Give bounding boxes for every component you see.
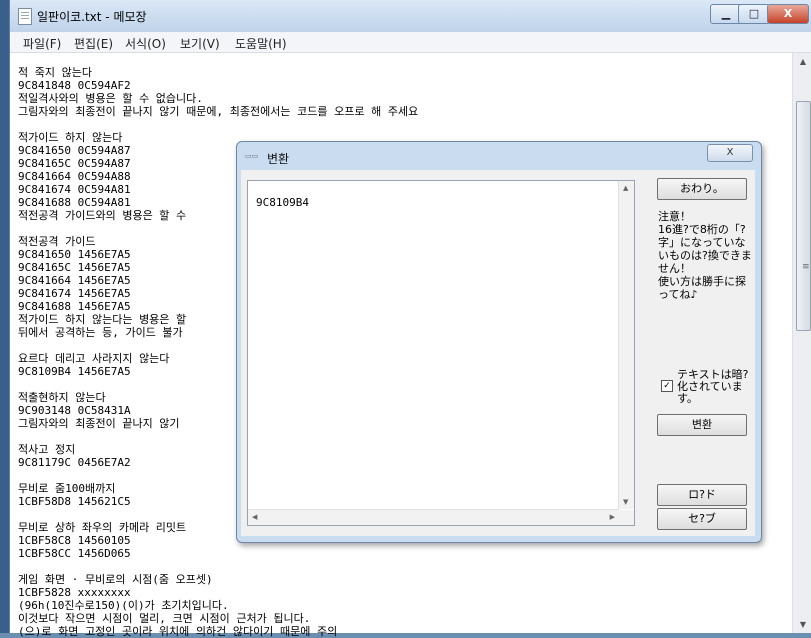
menu-edit[interactable]: 편집(E) — [74, 35, 113, 52]
menu-format[interactable]: 서식(O) — [125, 35, 166, 52]
encrypted-checkbox[interactable]: ✓ — [661, 380, 673, 392]
editor-line[interactable]: 적가이드 하지 않는다는 병용은 할 — [18, 313, 186, 326]
menu-view[interactable]: 보기(V) — [180, 35, 220, 52]
input-vertical-scrollbar[interactable]: ▲ ▼ — [618, 181, 634, 509]
editor-line[interactable]: 9C841664 0C594A88 — [18, 170, 131, 183]
menu-bar: 파일(F) 편집(E) 서식(O) 보기(V) 도움말(H) — [10, 32, 811, 53]
load-button[interactable]: ロ?ド — [657, 484, 747, 506]
editor-line[interactable]: 이것보다 작으면 시점이 멀리, 크면 시점이 근처가 됩니다. — [18, 612, 310, 625]
usage-note: 注意！ 16進?で8桁の「?字」になっていないものは?換できません！ 使い方は勝… — [658, 210, 752, 301]
editor-line[interactable]: 게임 화면 · 무비로의 시점(줌 오프셋) — [18, 573, 213, 586]
editor-line[interactable]: 적출현하지 않는다 — [18, 391, 106, 404]
editor-line[interactable]: 그림자와의 최종전이 끝나지 않기 때문에, 최종전에서는 코드를 오프로 해 … — [18, 105, 418, 118]
editor-line[interactable]: 그림자와의 최종전이 끝나지 않기 — [18, 417, 180, 430]
editor-line[interactable]: 적 죽지 않는다 — [18, 66, 92, 79]
editor-line[interactable]: (으)로 화면 고정인 곳이라 위치에 의하건 않다이기 때문에 주의 — [18, 625, 337, 638]
editor-line[interactable]: 9C841650 0C594A87 — [18, 144, 131, 157]
close-button[interactable]: X — [767, 4, 809, 24]
editor-line[interactable]: 9C84165C 0C594A87 — [18, 157, 131, 170]
editor-line[interactable]: 적전공격 가이드와의 병용은 할 수 — [18, 209, 186, 222]
vertical-scrollbar[interactable]: ▲ ≡ ▼ — [792, 53, 811, 633]
menu-file[interactable]: 파일(F) — [23, 35, 61, 52]
scroll-up-arrow-icon[interactable]: ▲ — [793, 53, 811, 70]
editor-line[interactable]: 9C841688 1456E7A5 — [18, 300, 131, 313]
input-scroll-left-icon[interactable]: ◀ — [252, 513, 257, 521]
editor-line[interactable]: 요르다 데리고 사라지지 않는다 — [18, 352, 169, 365]
editor-line[interactable]: 적전공격 가이드 — [18, 235, 95, 248]
editor-line[interactable]: 9C81179C 0456E7A2 — [18, 456, 131, 469]
input-scroll-up-icon[interactable]: ▲ — [623, 184, 628, 192]
editor-line[interactable]: 무비로 줌100배까지 — [18, 482, 115, 495]
convert-button[interactable]: 변환 — [657, 414, 747, 436]
menu-help[interactable]: 도움말(H) — [235, 35, 287, 52]
input-scroll-corner — [619, 510, 634, 525]
dialog-close-button[interactable]: X — [707, 144, 753, 162]
editor-line[interactable]: 9C841674 0C594A81 — [18, 183, 131, 196]
editor-line[interactable]: 적가이드 하지 않는다 — [18, 131, 122, 144]
editor-line[interactable]: 9C841650 1456E7A5 — [18, 248, 131, 261]
editor-line[interactable]: 1CBF5828 xxxxxxxx — [18, 586, 131, 599]
scroll-down-arrow-icon[interactable]: ▼ — [793, 616, 811, 633]
maximize-button[interactable]: □ — [738, 4, 770, 24]
editor-line[interactable]: 적일격사와의 병용은 할 수 없습니다. — [18, 92, 203, 105]
editor-line[interactable]: 9C841664 1456E7A5 — [18, 274, 131, 287]
input-scroll-right-icon[interactable]: ▶ — [610, 513, 615, 521]
notepad-icon — [18, 8, 32, 25]
editor-line[interactable]: 1CBF58C8 14560105 — [18, 534, 131, 547]
scroll-thumb[interactable]: ≡ — [796, 101, 811, 331]
editor-line[interactable]: 1CBF58D8 145621C5 — [18, 495, 131, 508]
editor-line[interactable]: 1CBF58CC 1456D065 — [18, 547, 131, 560]
editor-line[interactable]: 적사고 정지 — [18, 443, 75, 456]
editor-line[interactable]: 무비로 상하 좌우의 카메라 리밋트 — [18, 521, 186, 534]
finish-button[interactable]: おわり。 — [657, 178, 747, 200]
dialog-title: 변환 — [267, 152, 290, 166]
editor-line[interactable]: (96h(10진수로150)(이)가 초기치입니다. — [18, 599, 229, 612]
convert-dialog: ▭▭ 변환 X 9C8109B4 ▲ ▼ ◀ ▶ おわり。 注意！ 16進?で8… — [236, 141, 762, 543]
editor-line[interactable]: 9C841848 0C594AF2 — [18, 79, 131, 92]
editor-line[interactable]: 9C84165C 1456E7A5 — [18, 261, 131, 274]
dialog-body: 9C8109B4 ▲ ▼ ◀ ▶ おわり。 注意！ 16進?で8桁の「?字」にな… — [241, 170, 755, 536]
save-button[interactable]: セ?ブ — [657, 508, 747, 530]
dialog-app-icon: ▭▭ — [245, 152, 259, 160]
editor-line[interactable]: 뒤에서 공격하는 등, 가이드 불가 — [18, 326, 183, 339]
grip-icon: ≡ — [802, 262, 810, 272]
editor-line[interactable]: 9C841674 1456E7A5 — [18, 287, 131, 300]
code-input-value[interactable]: 9C8109B4 — [256, 196, 309, 209]
input-horizontal-scrollbar[interactable]: ◀ ▶ — [248, 509, 619, 525]
window-title: 일판이코.txt - 메모장 — [37, 10, 147, 24]
title-bar[interactable]: 일판이코.txt - 메모장 ▁ □ X — [10, 0, 811, 32]
editor-line[interactable]: 9C8109B4 1456E7A5 — [18, 365, 131, 378]
input-scroll-down-icon[interactable]: ▼ — [623, 498, 628, 506]
editor-line[interactable]: 9C841688 0C594A81 — [18, 196, 131, 209]
editor-line[interactable]: 9C903148 0C58431A — [18, 404, 131, 417]
encrypted-checkbox-label: テキストは暗?化されています。 — [677, 368, 749, 405]
code-input[interactable]: 9C8109B4 ▲ ▼ ◀ ▶ — [247, 180, 635, 526]
